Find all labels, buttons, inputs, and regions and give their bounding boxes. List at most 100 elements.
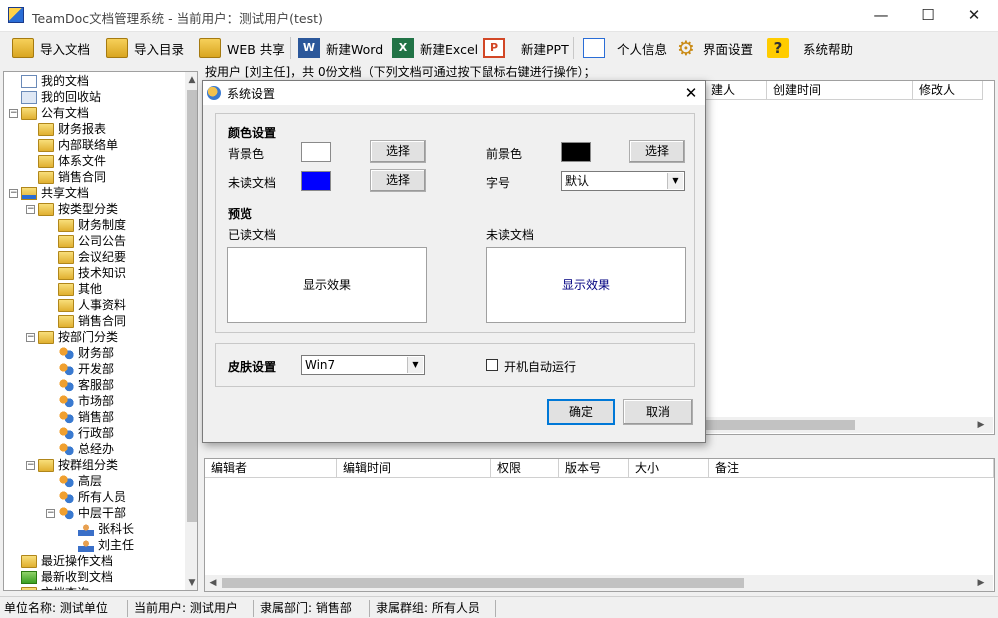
- read-doc-preview-label: 已读文档: [228, 228, 277, 242]
- minimize-button[interactable]: —: [858, 0, 904, 32]
- user-group-icon: [58, 346, 74, 360]
- tree-item[interactable]: 会议纪要: [46, 249, 126, 265]
- tree-item[interactable]: 市场部: [46, 393, 114, 409]
- tree-item-label: 会议纪要: [78, 250, 127, 264]
- column-header-creator[interactable]: 建人: [705, 81, 767, 100]
- recycle-bin-icon: [21, 90, 37, 104]
- skin-value: Win7: [305, 358, 336, 372]
- skin-select[interactable]: Win7 ▼: [301, 355, 425, 375]
- scroll-down-arrow[interactable]: ▼: [184, 575, 197, 590]
- tree-item[interactable]: 客服部: [46, 377, 114, 393]
- tree-scroll-thumb[interactable]: [187, 90, 197, 522]
- tree-vertical-scrollbar[interactable]: ▲ ▼: [184, 72, 197, 590]
- open-folder-icon: [106, 38, 128, 58]
- tree-item[interactable]: 其他: [46, 281, 102, 297]
- chevron-down-icon[interactable]: ▼: [667, 173, 683, 189]
- tree-item[interactable]: 公司公告: [46, 233, 126, 249]
- tree-item[interactable]: 销售合同: [46, 313, 126, 329]
- tree-item[interactable]: − 中层干部: [46, 505, 126, 521]
- version-list[interactable]: 编辑者 编辑时间 权限 版本号 大小 备注: [204, 458, 995, 592]
- collapse-icon[interactable]: −: [26, 204, 35, 214]
- unread-choose-button[interactable]: 选择: [370, 169, 426, 192]
- cancel-button[interactable]: 取消: [623, 399, 693, 425]
- column-header-remark[interactable]: 备注: [709, 459, 994, 478]
- folder-icon: [38, 202, 54, 216]
- user-group-icon: [58, 410, 74, 424]
- maximize-button[interactable]: ☐: [905, 0, 951, 32]
- column-header-version[interactable]: 版本号: [559, 459, 629, 478]
- personal-info-button[interactable]: 个人信息: [583, 35, 667, 61]
- tree-item[interactable]: 最新收到文档: [9, 569, 113, 585]
- tree-item[interactable]: 财务报表: [26, 121, 106, 137]
- web-share-button[interactable]: WEB 共享: [199, 35, 285, 61]
- column-header-create-time[interactable]: 创建时间: [767, 81, 913, 100]
- tree-item[interactable]: 体系文件: [26, 153, 106, 169]
- collapse-icon[interactable]: −: [9, 108, 18, 118]
- word-icon: W: [298, 38, 320, 58]
- settings-dialog: 系统设置 ✕ 颜色设置 背景色 选择 前景色 选择 未读文档 选择 字号 默认 …: [202, 80, 706, 443]
- collapse-icon[interactable]: −: [9, 188, 18, 198]
- column-header-edit-time[interactable]: 编辑时间: [337, 459, 491, 478]
- ui-settings-button[interactable]: ⚙ 界面设置: [675, 35, 753, 61]
- tree-item[interactable]: 高层: [46, 473, 102, 489]
- new-excel-button[interactable]: X 新建Excel: [392, 35, 478, 61]
- tree-item[interactable]: − 按群组分类: [26, 457, 118, 473]
- ok-button[interactable]: 确定: [547, 399, 615, 425]
- import-dir-button[interactable]: 导入目录: [106, 35, 184, 61]
- tree-item[interactable]: 最近操作文档: [9, 553, 113, 569]
- hscroll-thumb[interactable]: [222, 578, 744, 588]
- unread-doc-preview-label: 未读文档: [486, 228, 535, 242]
- tree-item[interactable]: 总经办: [46, 441, 114, 457]
- new-word-button[interactable]: W 新建Word: [298, 35, 383, 61]
- tree-item[interactable]: 销售合同: [26, 169, 106, 185]
- tree-item[interactable]: 我的回收站: [9, 89, 101, 105]
- tree-item[interactable]: 财务制度: [46, 217, 126, 233]
- toolbar: 导入文档 导入目录 WEB 共享 W 新建Word X 新建Excel P 新建…: [0, 33, 998, 63]
- column-header-modifier[interactable]: 修改人: [913, 81, 983, 100]
- tree-item[interactable]: 我的文档: [9, 73, 89, 89]
- tree-item[interactable]: 文档查询: [9, 585, 89, 590]
- tree-item[interactable]: 张科长: [66, 521, 134, 537]
- collapse-icon[interactable]: −: [46, 508, 55, 518]
- help-button[interactable]: ? 系统帮助: [767, 35, 853, 61]
- foreground-choose-button[interactable]: 选择: [629, 140, 685, 163]
- import-doc-button[interactable]: 导入文档: [12, 35, 90, 61]
- collapse-icon[interactable]: −: [26, 332, 35, 342]
- column-header-editor[interactable]: 编辑者: [205, 459, 337, 478]
- tree-item[interactable]: 人事资料: [46, 297, 126, 313]
- close-window-button[interactable]: ✕: [951, 0, 997, 32]
- tree-item[interactable]: 所有人员: [46, 489, 126, 505]
- column-header-size[interactable]: 大小: [629, 459, 709, 478]
- scroll-right-arrow[interactable]: ▶: [973, 575, 989, 591]
- tree-item[interactable]: − 按类型分类: [26, 201, 118, 217]
- dialog-close-button[interactable]: ✕: [681, 83, 701, 103]
- version-list-hscrollbar[interactable]: ◀ ▶: [205, 575, 993, 591]
- document-list-caption: 按用户 [刘主任]，共 0份文档（下列文档可通过按下鼠标右键进行操作）；: [205, 65, 596, 79]
- tree-item[interactable]: − 按部门分类: [26, 329, 118, 345]
- status-unit: 单位名称: 测试单位: [0, 600, 128, 617]
- tree-item[interactable]: 内部联络单: [26, 137, 118, 153]
- chevron-down-icon[interactable]: ▼: [407, 357, 423, 373]
- tree-item[interactable]: − 共享文档: [9, 185, 89, 201]
- folder-icon: [58, 298, 74, 312]
- folder-icon: [38, 122, 54, 136]
- background-choose-button[interactable]: 选择: [370, 140, 426, 163]
- tree-item[interactable]: 销售部: [46, 409, 114, 425]
- font-size-select[interactable]: 默认 ▼: [561, 171, 685, 191]
- tree-item[interactable]: 刘主任: [66, 537, 134, 553]
- tree-item[interactable]: 开发部: [46, 361, 114, 377]
- scroll-right-arrow[interactable]: ▶: [973, 417, 989, 433]
- column-header-permission[interactable]: 权限: [491, 459, 559, 478]
- tree-item[interactable]: 技术知识: [46, 265, 126, 281]
- tree-item[interactable]: − 公有文档: [9, 105, 89, 121]
- scroll-up-arrow[interactable]: ▲: [184, 72, 197, 88]
- scroll-left-arrow[interactable]: ◀: [205, 575, 221, 591]
- hscroll-thumb[interactable]: [705, 420, 855, 430]
- collapse-icon[interactable]: −: [26, 460, 35, 470]
- tree-item[interactable]: 行政部: [46, 425, 114, 441]
- tree-item-label: 按群组分类: [58, 458, 119, 472]
- autostart-checkbox[interactable]: [486, 359, 498, 371]
- new-ppt-button[interactable]: P 新建PPT: [483, 35, 569, 61]
- tree-item[interactable]: 财务部: [46, 345, 114, 361]
- folder-tree[interactable]: 我的文档 我的回收站 − 公有文档 财务报表 内部联络单 体系文件 销售合同 − 共享文档 − 按类型…: [3, 71, 198, 591]
